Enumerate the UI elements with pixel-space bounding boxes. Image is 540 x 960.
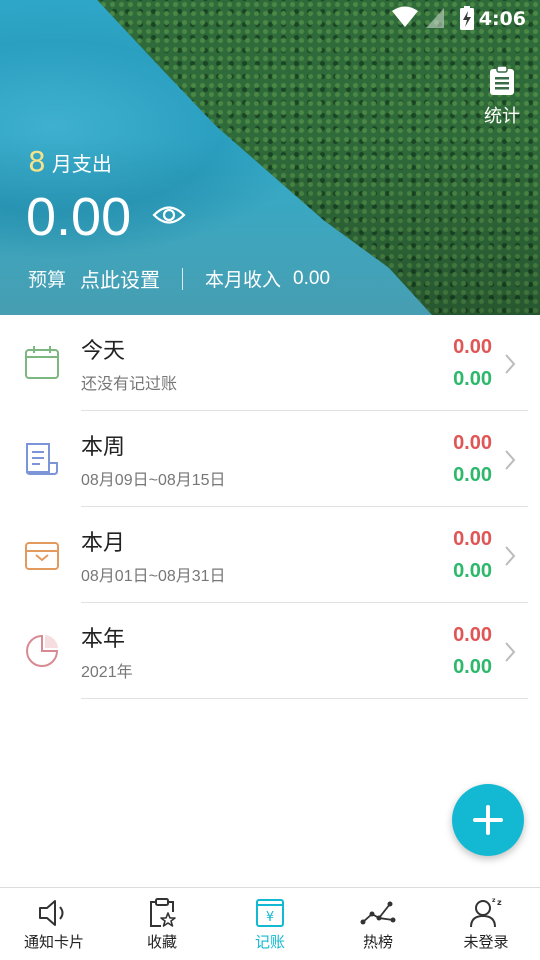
chevron-right-icon <box>505 642 516 662</box>
item-subtitle: 还没有记过账 <box>81 376 178 393</box>
nav-login[interactable]: z z 未登录 <box>432 888 540 960</box>
item-subtitle: 2021年 <box>81 664 133 681</box>
divider <box>182 267 184 290</box>
nav-favorites[interactable]: 收藏 <box>108 888 216 960</box>
nav-label: 未登录 <box>463 933 509 951</box>
nav-bookkeeping[interactable]: ¥ 记账 <box>216 888 324 960</box>
eye-icon[interactable] <box>152 204 186 226</box>
speaker-icon <box>39 900 64 926</box>
calendar-icon <box>25 346 59 379</box>
chevron-right-icon <box>505 450 516 470</box>
list-item-month[interactable]: 本月 08月01日~08月31日 0.00 0.00 <box>0 507 540 603</box>
summary-list: 今天 还没有记过账 0.00 0.00 本周 08月09日~08月15日 0.0… <box>0 315 540 699</box>
income-label: 本月收入 <box>205 269 282 291</box>
list-item-year[interactable]: 本年 2021年 0.00 0.00 <box>0 603 540 699</box>
expense-value: 0.00 <box>453 432 492 454</box>
item-title: 本年 <box>81 627 126 652</box>
nav-label: 记账 <box>254 933 285 951</box>
battery-charging-icon <box>460 6 474 30</box>
user-sleep-icon: z z <box>470 898 502 928</box>
item-title: 本月 <box>81 531 126 556</box>
list-item-week[interactable]: 本周 08月09日~08月15日 0.00 0.00 <box>0 411 540 507</box>
chevron-right-icon <box>505 354 516 374</box>
bottom-navigation: 通知卡片 收藏 ¥ 记账 热榜 z z 未登录 <box>0 887 540 960</box>
item-subtitle: 08月01日~08月31日 <box>81 568 226 585</box>
expense-value: 0.00 <box>453 336 492 358</box>
item-title: 今天 <box>81 339 126 364</box>
item-subtitle: 08月09日~08月15日 <box>81 472 226 489</box>
nav-notification-cards[interactable]: 通知卡片 <box>0 888 108 960</box>
pie-chart-icon <box>26 634 59 667</box>
income-value: 0.00 <box>453 464 492 486</box>
ledger-yen-icon: ¥ <box>256 899 284 927</box>
nav-label: 热榜 <box>362 933 393 951</box>
header-banner: 4:06 统计 8 月支出 0.00 预算 点此设置 本月收入 0.00 <box>0 0 540 315</box>
wifi-icon <box>392 6 418 27</box>
expense-value: 0.00 <box>453 624 492 646</box>
month-expense-label: 8 月支出 <box>28 145 112 178</box>
status-bar: 4:06 <box>0 0 540 36</box>
list-item-today[interactable]: 今天 还没有记过账 0.00 0.00 <box>0 315 540 411</box>
plus-icon <box>473 805 503 835</box>
nav-label: 收藏 <box>146 933 177 951</box>
nav-label: 通知卡片 <box>23 933 84 951</box>
chevron-right-icon <box>505 546 516 566</box>
month-number: 8 <box>28 145 46 178</box>
wallet-icon <box>25 542 59 570</box>
income-value: 0.00 <box>453 656 492 678</box>
clipboard-list-icon <box>490 65 514 95</box>
signal-icon <box>426 8 444 28</box>
clipboard-star-icon <box>150 898 176 927</box>
add-record-button[interactable] <box>452 784 524 856</box>
statistics-label: 统计 <box>484 106 520 127</box>
expense-value: 0.00 <box>453 528 492 550</box>
trend-icon <box>360 901 396 925</box>
income-value: 0.00 <box>293 267 331 289</box>
monthly-expense-amount: 0.00 <box>26 187 132 247</box>
income-value: 0.00 <box>453 560 492 582</box>
budget-setup-link[interactable]: 点此设置 <box>80 264 160 293</box>
receipt-icon <box>26 443 58 475</box>
clock: 4:06 <box>478 8 526 30</box>
svg-text:¥: ¥ <box>266 910 274 925</box>
budget-label: 预算 <box>28 269 67 291</box>
nav-hot-list[interactable]: 热榜 <box>324 888 432 960</box>
svg-text:z: z <box>492 898 496 904</box>
statistics-button[interactable]: 统计 <box>476 65 528 128</box>
svg-text:z: z <box>497 898 502 907</box>
income-value: 0.00 <box>453 368 492 390</box>
item-title: 本周 <box>81 435 126 460</box>
budget-row: 预算 点此设置 本月收入 0.00 <box>28 264 330 293</box>
